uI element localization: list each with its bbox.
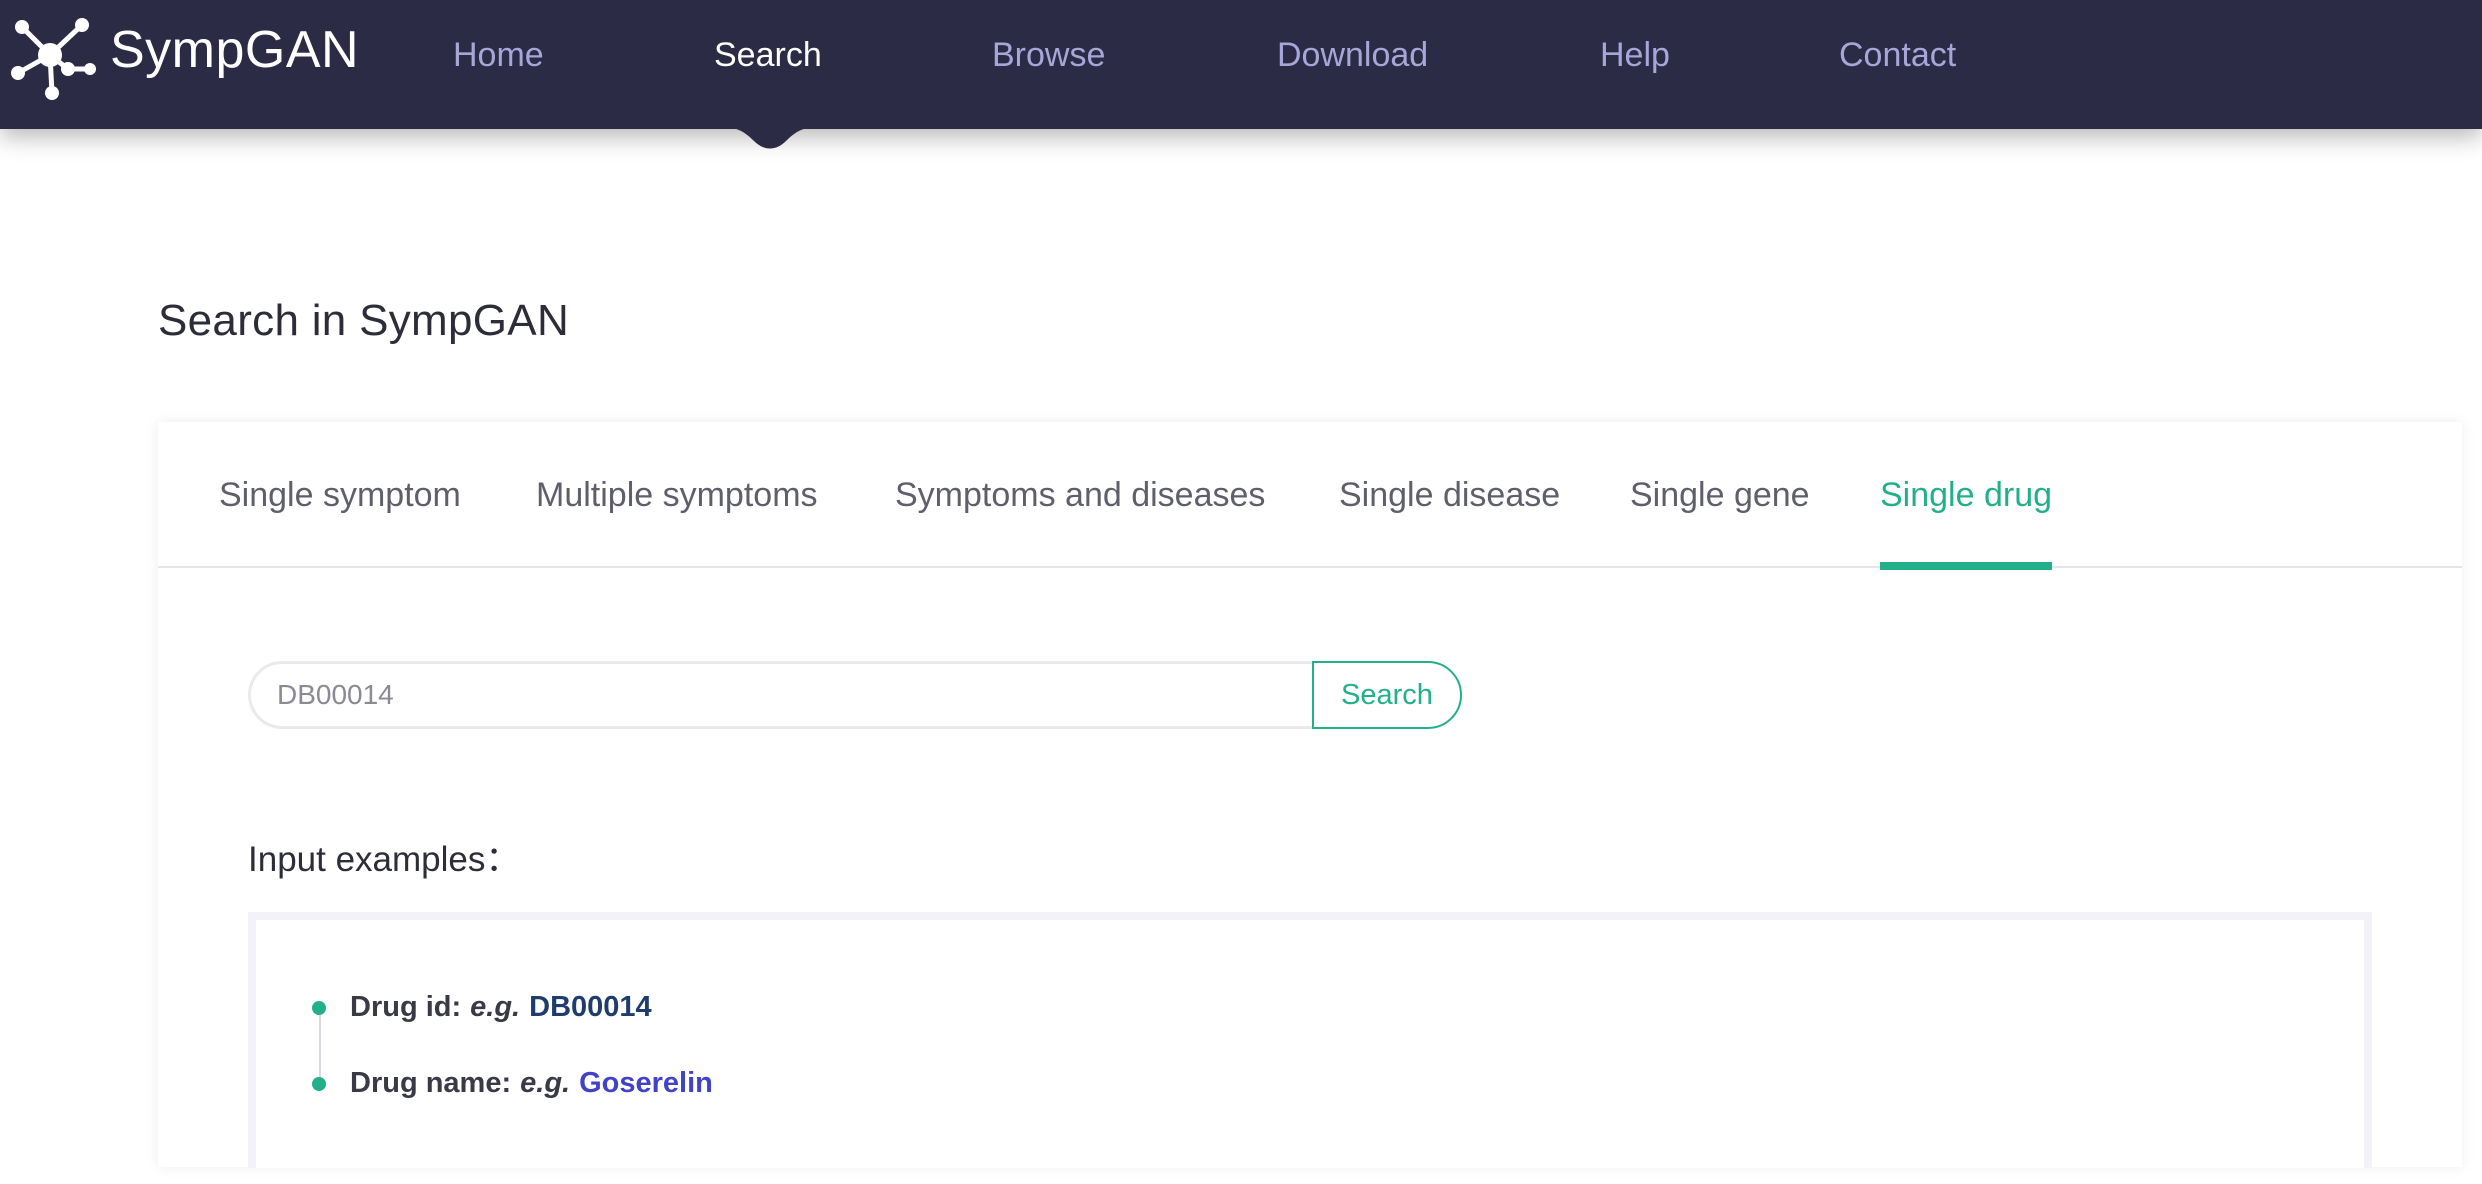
network-nodes-icon xyxy=(10,15,96,101)
nav-help[interactable]: Help xyxy=(1600,36,1670,75)
search-input[interactable] xyxy=(248,661,1314,729)
app-name: SympGAN xyxy=(110,21,360,79)
example-drug-name: Drug name: e.g. Goserelin xyxy=(312,1067,713,1100)
tab-single-symptom[interactable]: Single symptom xyxy=(219,476,461,515)
nav-home[interactable]: Home xyxy=(453,36,544,75)
tab-multiple-symptoms[interactable]: Multiple symptoms xyxy=(536,476,818,515)
example-label: Drug id: xyxy=(350,991,462,1023)
example-drug-id-link[interactable]: DB00014 xyxy=(529,991,652,1024)
caret-down-icon xyxy=(722,127,818,149)
top-navigation-bar: SympGAN Home Search Browse Download Help… xyxy=(0,0,2482,129)
nav-search[interactable]: Search xyxy=(714,36,822,75)
dot-icon xyxy=(312,1076,326,1091)
tab-single-drug[interactable]: Single drug xyxy=(1880,476,2052,515)
nav-browse[interactable]: Browse xyxy=(992,36,1105,75)
tab-single-disease[interactable]: Single disease xyxy=(1339,476,1560,515)
nav-contact[interactable]: Contact xyxy=(1839,36,1956,75)
dot-icon xyxy=(312,1000,326,1015)
example-eg: e.g. xyxy=(470,991,521,1023)
page-title: Search in SympGAN xyxy=(158,296,570,345)
tab-single-gene[interactable]: Single gene xyxy=(1630,476,1810,515)
example-drug-id: Drug id: e.g. DB00014 xyxy=(312,991,652,1024)
example-eg: e.g. xyxy=(520,1067,571,1099)
example-label: Drug name: xyxy=(350,1067,512,1099)
input-examples-title: Input examples： xyxy=(248,840,521,879)
search-card: Single symptom Multiple symptoms Symptom… xyxy=(158,422,2462,1168)
active-tab-indicator xyxy=(1880,562,2052,570)
nav-download[interactable]: Download xyxy=(1277,36,1428,75)
search-type-tabs: Single symptom Multiple symptoms Symptom… xyxy=(158,422,2462,570)
input-examples-panel: Drug id: e.g. DB00014 Drug name: e.g. Go… xyxy=(248,912,2372,1168)
tab-symptoms-and-diseases[interactable]: Symptoms and diseases xyxy=(895,476,1265,515)
logo[interactable]: SympGAN xyxy=(10,14,359,102)
example-drug-name-link[interactable]: Goserelin xyxy=(579,1067,713,1100)
search-button[interactable]: Search xyxy=(1312,661,1462,729)
